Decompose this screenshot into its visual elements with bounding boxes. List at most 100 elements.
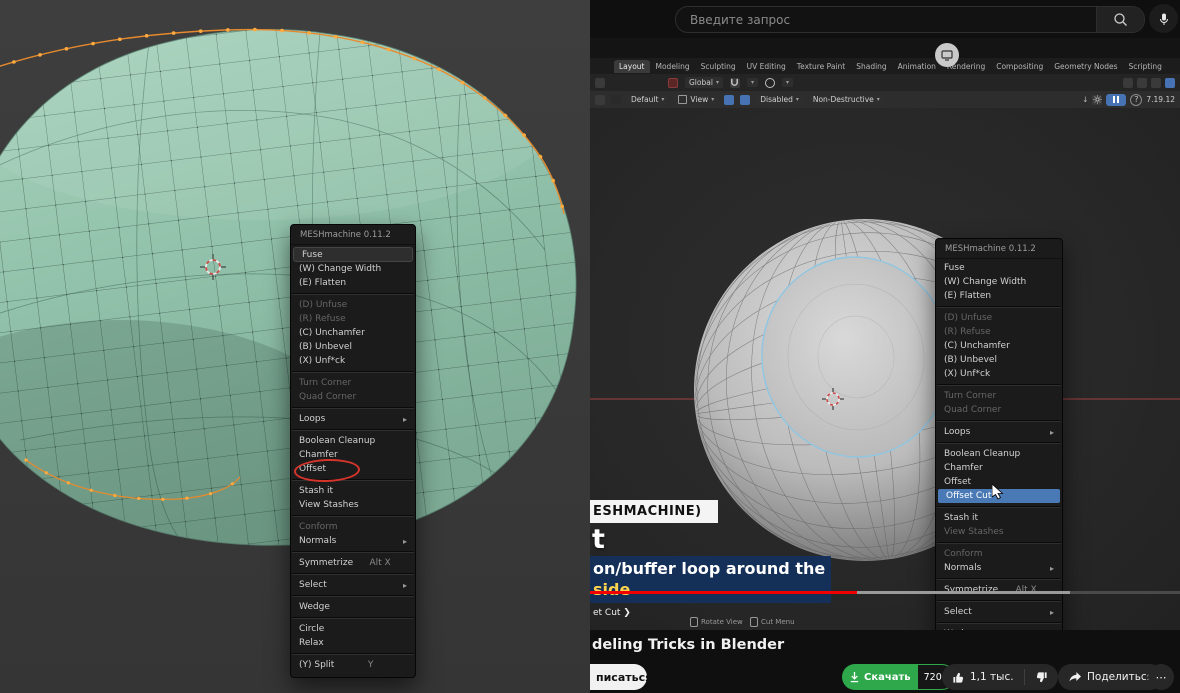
blender-3d-viewport[interactable]	[590, 108, 1180, 630]
search-input[interactable]	[676, 7, 1096, 32]
workspace-tab[interactable]: Compositing	[991, 60, 1048, 73]
menu-item[interactable]: Wedge	[291, 600, 415, 614]
menu-item[interactable]: Turn Corner	[291, 376, 415, 390]
menu-separator	[292, 551, 414, 553]
snap-magnet-icon[interactable]	[730, 78, 740, 88]
menu-item-label: (E) Flatten	[299, 278, 346, 288]
more-actions-button[interactable]: ⋯	[1148, 664, 1174, 690]
menu-item[interactable]: Chamfer	[291, 448, 415, 462]
menu-item[interactable]: Select ▸	[936, 605, 1062, 619]
view-label: View	[690, 95, 708, 104]
menu-separator	[937, 442, 1061, 444]
menu-item-label: (B) Unbevel	[299, 342, 352, 352]
viewport-shading-icon[interactable]	[1165, 78, 1175, 88]
menu-items: Fuse (W) Change Width (E) Flatten (D) Un…	[291, 245, 415, 674]
menu-item[interactable]: (X) Unf*ck	[936, 367, 1062, 381]
menu-item[interactable]: (R) Refuse	[936, 325, 1062, 339]
menu-item[interactable]: Symmetrize Alt X	[936, 583, 1062, 597]
active-tool-icon[interactable]	[595, 95, 605, 105]
workspace-tab-label: Layout	[619, 62, 645, 71]
subscribe-button[interactable]: писаться	[590, 664, 647, 690]
menu-item[interactable]: (D) Unfuse	[291, 298, 415, 312]
menu-item[interactable]: Normals ▸	[291, 534, 415, 548]
workspace-tab[interactable]: Shading	[851, 60, 891, 73]
download-button[interactable]: Скачать	[842, 664, 918, 690]
menu-item[interactable]: (B) Unbevel	[936, 353, 1062, 367]
menu-item[interactable]: Conform	[291, 520, 415, 534]
menu-item[interactable]: Loops ▸	[936, 425, 1062, 439]
menu-item[interactable]: (W) Change Width	[291, 262, 415, 276]
dislike-button[interactable]	[1025, 664, 1058, 690]
show-overlays-icon[interactable]	[1137, 78, 1147, 88]
menu-item[interactable]: Symmetrize Alt X	[291, 556, 415, 570]
menu-item[interactable]: Wedge	[936, 627, 1062, 630]
menu-item[interactable]: Circle	[291, 622, 415, 636]
workspace-tab[interactable]: Modeling	[651, 60, 695, 73]
menu-item[interactable]: Stash it	[936, 511, 1062, 525]
menu-item[interactable]: Quad Corner	[291, 390, 415, 404]
blender-viewport-left[interactable]: MESHmachine 0.11.2 Fuse (W) Change Width…	[0, 0, 590, 693]
menu-item[interactable]: (D) Unfuse	[936, 311, 1062, 325]
workspace-tab[interactable]: Sculpting	[696, 60, 741, 73]
submenu-arrow-icon: ▸	[399, 415, 407, 424]
proportional-editing-icon[interactable]	[765, 78, 775, 88]
voice-search-button[interactable]	[1149, 4, 1178, 33]
workspace-tab[interactable]: Texture Paint	[792, 60, 850, 73]
workspace-tab[interactable]: UV Editing	[742, 60, 791, 73]
menu-item[interactable]: Normals ▸	[936, 561, 1062, 575]
like-button[interactable]: 1,1 тыс.	[942, 664, 1024, 690]
lock-icon[interactable]	[611, 95, 621, 105]
menu-item[interactable]: Loops ▸	[291, 412, 415, 426]
menu-item[interactable]: (C) Unchamfer	[291, 326, 415, 340]
menu-item[interactable]: Select ▸	[291, 578, 415, 592]
search-button[interactable]	[1096, 7, 1144, 32]
show-gizmo-icon[interactable]	[1123, 78, 1133, 88]
menu-item[interactable]: Chamfer	[936, 461, 1062, 475]
menu-item[interactable]: Fuse	[293, 247, 413, 262]
menu-item[interactable]: Boolean Cleanup	[936, 447, 1062, 461]
editor-type-icon[interactable]	[595, 78, 605, 88]
pivot-dropdown[interactable]: Default ▾	[627, 94, 668, 105]
menu-item[interactable]: Fuse	[936, 261, 1062, 275]
menu-item[interactable]: Boolean Cleanup	[291, 434, 415, 448]
transform-orientation-dropdown[interactable]: Global ▾	[685, 77, 723, 88]
workspace-tab[interactable]: Scripting	[1124, 60, 1167, 73]
menu-item[interactable]: View Stashes	[291, 498, 415, 512]
menu-item[interactable]: (X) Unf*ck	[291, 354, 415, 368]
toggle-b-icon[interactable]	[740, 95, 750, 105]
video-player[interactable]: Layout Modeling Sculpting UV Editing Tex…	[590, 38, 1180, 630]
menu-item[interactable]: Relax	[291, 636, 415, 650]
menu-item[interactable]: (B) Unbevel	[291, 340, 415, 354]
menu-item[interactable]: Quad Corner	[936, 403, 1062, 417]
menu-item[interactable]: (E) Flatten	[291, 276, 415, 290]
pause-button[interactable]	[1106, 94, 1126, 106]
falloff-dropdown[interactable]: ▾	[782, 78, 793, 87]
mirror-dropdown[interactable]: Disabled ▾	[756, 94, 803, 105]
menu-item[interactable]: (E) Flatten	[936, 289, 1062, 303]
help-icon[interactable]: ?	[1130, 94, 1142, 106]
snap-settings-dropdown[interactable]: ▾	[747, 78, 758, 87]
menu-item[interactable]: (W) Change Width	[936, 275, 1062, 289]
workspace-tab[interactable]: Geometry Nodes	[1049, 60, 1122, 73]
gear-icon[interactable]	[1092, 95, 1102, 105]
menu-item[interactable]: Turn Corner	[936, 389, 1062, 403]
caret-icon: ▾	[711, 96, 714, 103]
menu-item[interactable]: View Stashes	[936, 525, 1062, 539]
workspace-tab[interactable]: Animation	[893, 60, 941, 73]
download-arrow-icon[interactable]: ↓	[1082, 95, 1088, 104]
toggle-a-icon[interactable]	[724, 95, 734, 105]
menu-item-label: Stash it	[299, 486, 333, 496]
menu-item[interactable]: Offset	[291, 462, 415, 476]
video-progress-bar[interactable]	[590, 591, 1180, 594]
menu-item[interactable]: (C) Unchamfer	[936, 339, 1062, 353]
menu-item[interactable]: Conform	[936, 547, 1062, 561]
mode-dropdown[interactable]: Non-Destructive ▾	[809, 94, 884, 105]
menu-item[interactable]: Stash it	[291, 484, 415, 498]
menu-item[interactable]: (Y) Split Y	[291, 658, 415, 672]
menu-item[interactable]: (R) Refuse	[291, 312, 415, 326]
view-dropdown[interactable]: View ▾	[674, 94, 718, 105]
workspace-tab[interactable]: Layout	[614, 60, 650, 73]
uv-sync-icon[interactable]	[668, 78, 678, 88]
menu-item-label: Offset Cut	[946, 491, 991, 501]
toggle-xray-icon[interactable]	[1151, 78, 1161, 88]
